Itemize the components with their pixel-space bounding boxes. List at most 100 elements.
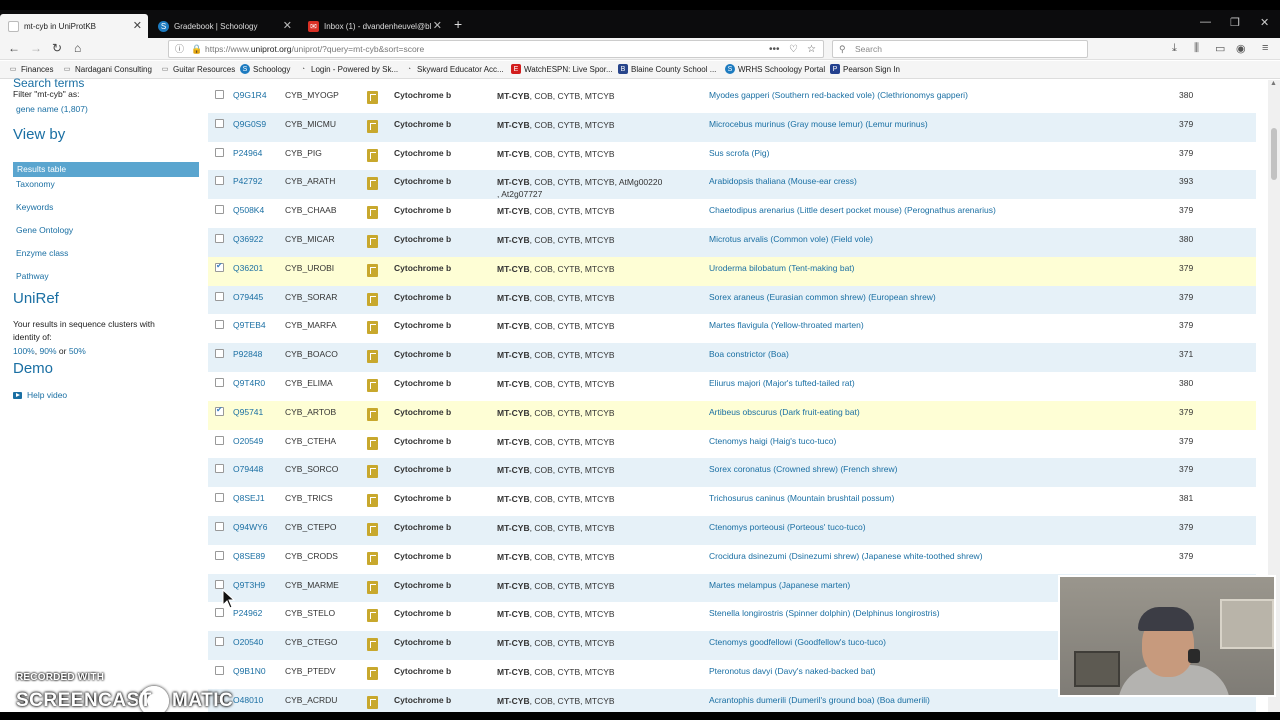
accession-link[interactable]: Q36201: [233, 263, 263, 273]
organism-link[interactable]: Microtus arvalis (Common vole) (Field vo…: [709, 234, 873, 244]
accession-link[interactable]: O20540: [233, 637, 263, 647]
tab-uniprot[interactable]: mt-cyb in UniProtKB ✕: [0, 14, 148, 38]
back-icon[interactable]: ←: [8, 41, 20, 55]
organism-link[interactable]: Ctenomys porteousi (Porteous' tuco-tuco): [709, 522, 866, 532]
accession-link[interactable]: Q9B1N0: [233, 666, 266, 676]
accession-link[interactable]: O20549: [233, 436, 263, 446]
accession-link[interactable]: Q8SEJ1: [233, 493, 265, 503]
organism-link[interactable]: Stenella longirostris (Spinner dolphin) …: [709, 608, 940, 618]
accession-link[interactable]: O79445: [233, 292, 263, 302]
table-row[interactable]: O20549 CYB_CTEHA Cytochrome b Ctenomys haig…: [208, 429, 1256, 459]
url-bar[interactable]: ⓘ 🔒 https://www.uniprot.org/uniprot/?que…: [168, 40, 824, 58]
scrollbar-thumb[interactable]: [1271, 128, 1277, 180]
accession-link[interactable]: O79448: [233, 464, 263, 474]
info-icon[interactable]: ⓘ: [175, 41, 184, 58]
accession-link[interactable]: P92848: [233, 349, 262, 359]
organism-link[interactable]: Arabidopsis thaliana (Mouse-ear cress): [709, 176, 857, 186]
page-actions-icon[interactable]: •••: [769, 41, 780, 58]
accession-link[interactable]: Q9T4R0: [233, 378, 265, 388]
view-pathway[interactable]: Pathway: [16, 271, 49, 281]
downloads-icon[interactable]: ⤓: [1172, 42, 1177, 55]
forward-icon[interactable]: →: [30, 41, 42, 55]
accession-link[interactable]: Q94WY6: [233, 522, 268, 532]
organism-link[interactable]: Uroderma bilobatum (Tent-making bat): [709, 263, 855, 273]
bookmark-login[interactable]: ◔ Login - Powered by Sk...: [298, 64, 398, 74]
row-checkbox[interactable]: [215, 378, 224, 387]
bookmark-finances[interactable]: ▭ Finances: [8, 64, 54, 74]
table-row[interactable]: Q9T4R0 CYB_ELIMA Cytochrome b Eliurus major…: [208, 372, 1256, 401]
bookmark-star-icon[interactable]: ☆: [807, 41, 816, 58]
organism-link[interactable]: Crocidura dsinezumi (Dsinezumi shrew) (J…: [709, 551, 983, 561]
close-tab-icon[interactable]: ✕: [433, 19, 442, 32]
table-row[interactable]: Q36201 CYB_UROBI Cytochrome b Uroderma bilo…: [208, 256, 1256, 286]
home-icon[interactable]: ⌂: [74, 41, 81, 55]
row-checkbox[interactable]: [215, 464, 224, 474]
organism-link[interactable]: Myodes gapperi (Southern red-backed vole…: [709, 90, 968, 100]
row-checkbox[interactable]: [215, 234, 224, 243]
account-icon[interactable]: ◉: [1236, 42, 1246, 55]
accession-link[interactable]: Q95741: [233, 407, 263, 417]
row-checkbox[interactable]: [215, 637, 224, 647]
close-tab-icon[interactable]: ✕: [283, 19, 292, 32]
bookmark-pearson[interactable]: P Pearson Sign In: [830, 64, 900, 74]
table-row[interactable]: O79445 CYB_SORAR Cytochrome b Sorex araneus…: [208, 285, 1256, 315]
row-checkbox[interactable]: [215, 550, 224, 560]
row-checkbox[interactable]: [215, 608, 224, 618]
view-taxonomy[interactable]: Taxonomy: [16, 179, 55, 189]
row-checkbox[interactable]: [215, 435, 224, 445]
organism-link[interactable]: Ctenomys haigi (Haig's tuco-tuco): [709, 436, 836, 446]
accession-link[interactable]: Q9G1R4: [233, 90, 267, 100]
sidebar-toggle-icon[interactable]: ▭: [1215, 42, 1225, 55]
uniref-100-link[interactable]: 100%: [13, 346, 35, 356]
table-row[interactable]: Q8SEJ1 CYB_TRICS Cytochrome b Trichosurus c…: [208, 487, 1256, 516]
row-checkbox[interactable]: [215, 522, 224, 531]
close-window-icon[interactable]: ✕: [1260, 16, 1269, 29]
new-tab-icon[interactable]: +: [454, 16, 462, 32]
accession-link[interactable]: P24962: [233, 608, 262, 618]
row-checkbox[interactable]: [215, 90, 224, 99]
bookmark-espn[interactable]: E WatchESPN: Live Spor...: [511, 64, 613, 74]
organism-link[interactable]: Martes melampus (Japanese marten): [709, 580, 850, 590]
table-row[interactable]: Q95741 CYB_ARTOB Cytochrome b Artibeus obsc…: [208, 400, 1256, 430]
uniref-50-link[interactable]: 50%: [69, 346, 86, 356]
accession-link[interactable]: P24964: [233, 148, 262, 158]
organism-link[interactable]: Pteronotus davyi (Davy's naked-backed ba…: [709, 666, 876, 676]
tab-inbox[interactable]: ✉ Inbox (1) - dvandenheuvel@bl ✕: [300, 14, 448, 38]
search-bar[interactable]: ⚲ Search: [832, 40, 1088, 58]
view-results-table[interactable]: Results table: [13, 162, 199, 177]
accession-link[interactable]: P42792: [233, 176, 262, 186]
row-checkbox[interactable]: [215, 405, 224, 416]
row-checkbox[interactable]: [215, 118, 224, 128]
table-row[interactable]: Q36922 CYB_MICAR Cytochrome b Microtus arva…: [208, 228, 1256, 257]
organism-link[interactable]: Trichosurus caninus (Mountain brushtail …: [709, 493, 894, 503]
bookmark-skyward[interactable]: ◔ Skyward Educator Acc...: [404, 64, 504, 74]
table-row[interactable]: Q8SE89 CYB_CRODS Cytochrome b Crocidura dsi…: [208, 544, 1256, 574]
row-checkbox[interactable]: [215, 147, 224, 157]
table-row[interactable]: P24964 CYB_PIG Cytochrome b Sus scrofa (Pig…: [208, 141, 1256, 171]
table-row[interactable]: P42792 CYB_ARATH Cytochrome b Arabidopsis t…: [208, 170, 1256, 199]
organism-link[interactable]: Acrantophis dumerili (Dumeril's ground b…: [709, 695, 930, 705]
accession-link[interactable]: Q9T3H9: [233, 580, 265, 590]
table-row[interactable]: Q94WY6 CYB_CTEPO Cytochrome b Ctenomys port…: [208, 516, 1256, 545]
row-checkbox[interactable]: [215, 291, 224, 301]
row-checkbox[interactable]: [215, 579, 224, 589]
row-checkbox[interactable]: [215, 176, 224, 186]
row-checkbox[interactable]: [215, 320, 224, 330]
bookmark-blaine[interactable]: B Blaine County School ...: [618, 64, 716, 74]
table-row[interactable]: Q9TEB4 CYB_MARFA Cytochrome b Martes flavig…: [208, 314, 1256, 344]
organism-link[interactable]: Boa constrictor (Boa): [709, 349, 789, 359]
reload-icon[interactable]: ↻: [52, 41, 62, 55]
pocket-icon[interactable]: ♡: [789, 41, 798, 58]
table-row[interactable]: Q9G0S9 CYB_MICMU Cytochrome b Microcebus mu…: [208, 112, 1256, 142]
bookmark-nardagani[interactable]: ▭ Nardagani Consulting: [62, 64, 152, 74]
row-checkbox[interactable]: [215, 205, 224, 215]
tab-gradebook[interactable]: S Gradebook | Schoology ✕: [150, 14, 298, 38]
organism-link[interactable]: Sus scrofa (Pig): [709, 148, 769, 158]
accession-link[interactable]: Q9TEB4: [233, 320, 266, 330]
accession-link[interactable]: Q36922: [233, 234, 263, 244]
bookmark-schoology[interactable]: S Schoology: [240, 64, 290, 74]
close-tab-icon[interactable]: ✕: [133, 19, 142, 32]
table-row[interactable]: P92848 CYB_BOACO Cytochrome b Boa constrict…: [208, 343, 1256, 372]
view-enzyme-class[interactable]: Enzyme class: [16, 248, 68, 258]
table-row[interactable]: Q508K4 CYB_CHAAB Cytochrome b Chaetodipus a…: [208, 199, 1256, 228]
